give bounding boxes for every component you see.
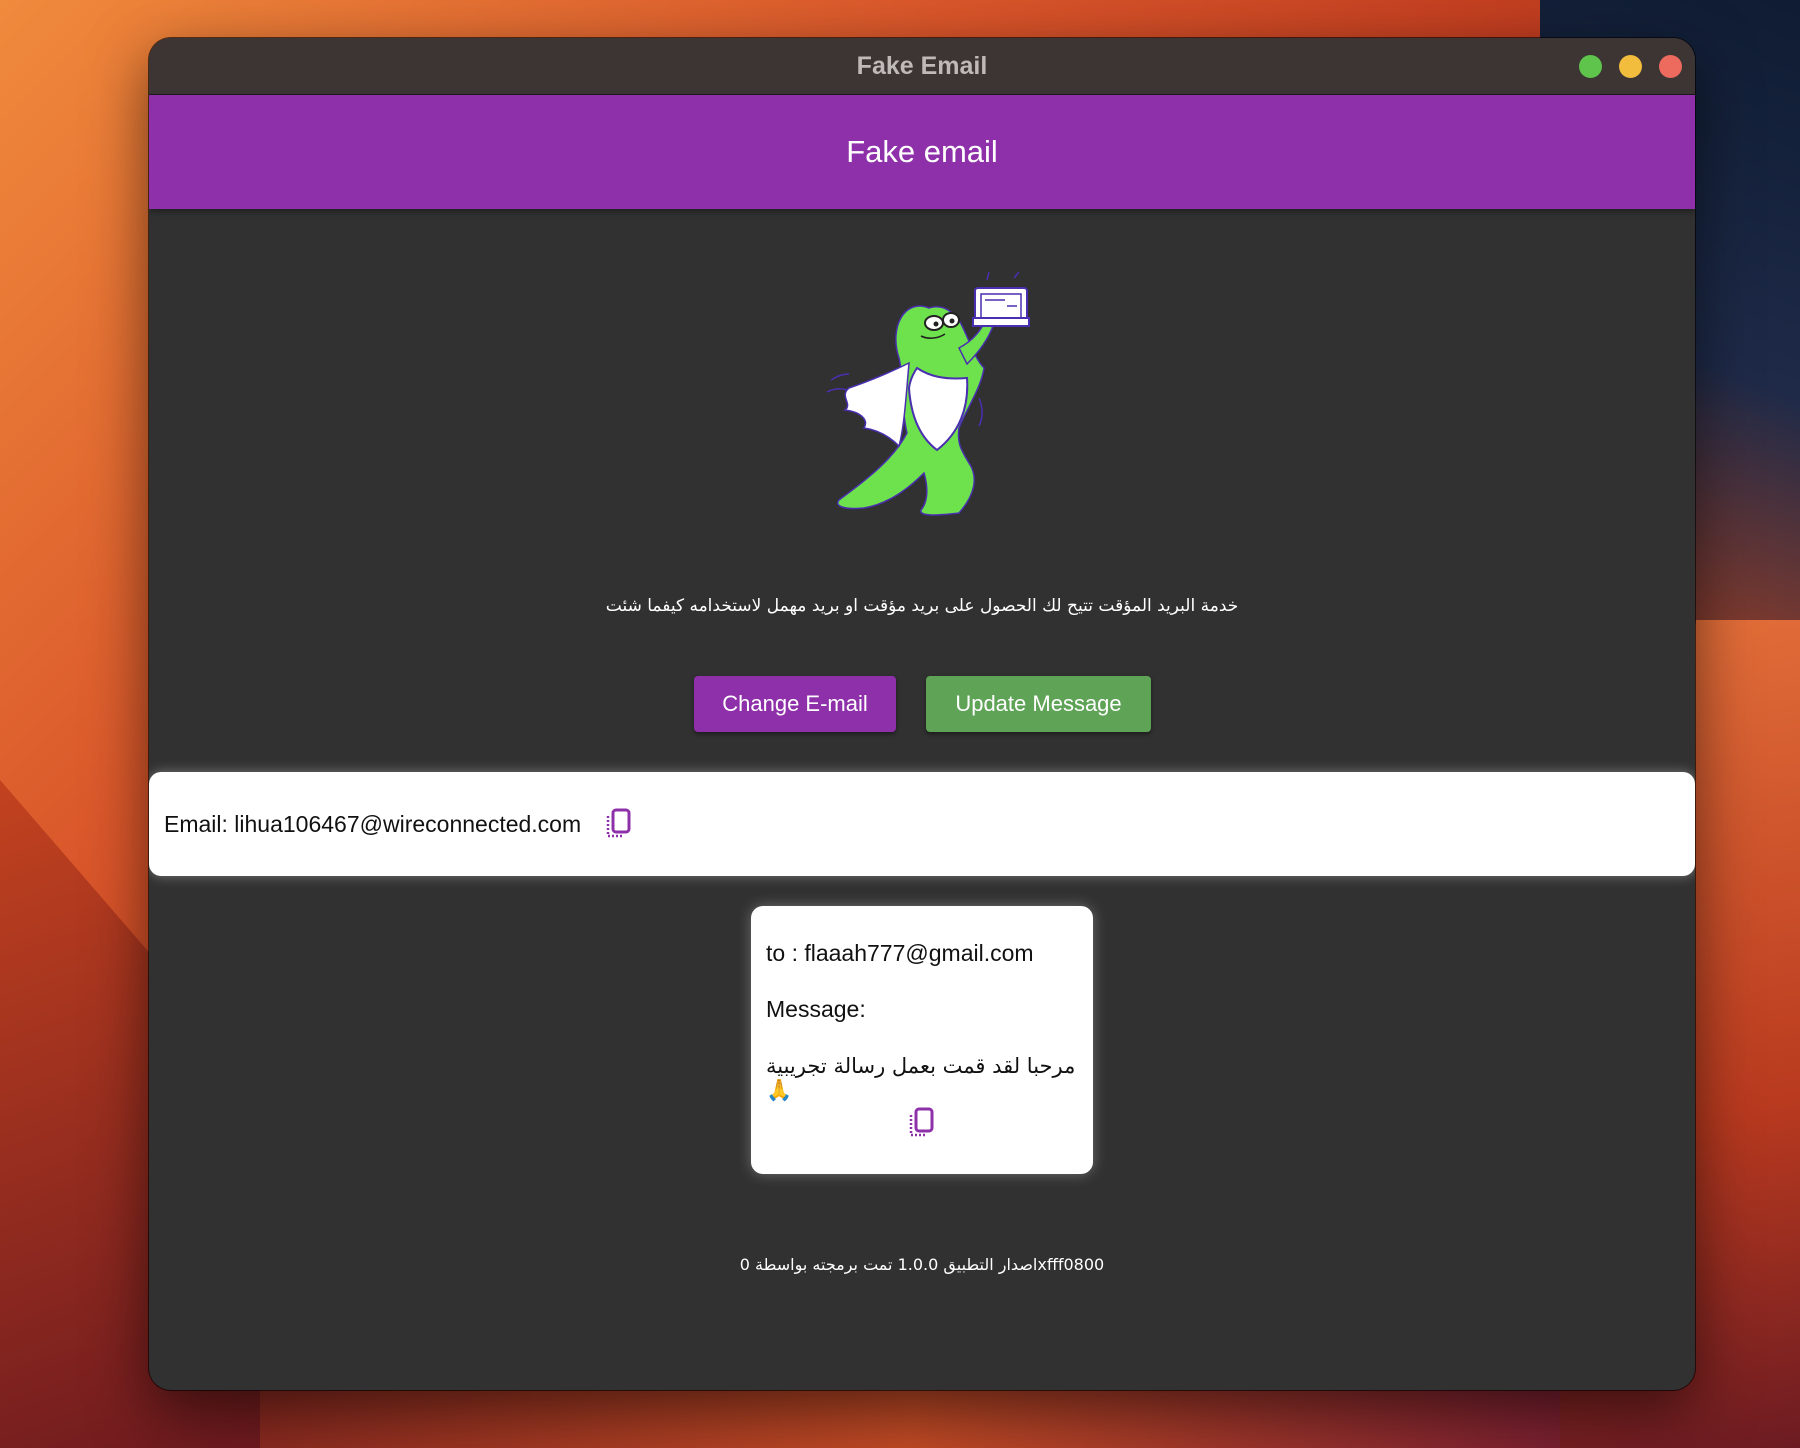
update-message-button[interactable]: Update Message	[926, 676, 1151, 732]
change-email-button[interactable]: Change E-mail	[694, 676, 896, 732]
app-bar: Fake email	[149, 95, 1695, 209]
email-address: Email: lihua106467@wireconnected.com	[164, 810, 582, 837]
copy-icon[interactable]	[603, 806, 635, 842]
mascot-illustration	[826, 271, 1030, 516]
service-description: خدمة البريد المؤقت تتيح لك الحصول على بر…	[605, 596, 1239, 616]
app-window: Fake Email Fake email خدمة البريد المؤقت…	[149, 38, 1695, 1390]
copy-icon[interactable]	[906, 1105, 938, 1141]
message-label: Message:	[766, 996, 866, 1022]
app-version-footer: اصدار التطبيق 1.0.0 تمت برمجته بواسطة 0x…	[739, 1255, 1105, 1274]
window-title: Fake Email	[856, 51, 988, 80]
zoom-button[interactable]	[1579, 55, 1602, 78]
message-recipient: to : flaaah777@gmail.com	[766, 940, 1034, 966]
title-bar[interactable]: Fake Email	[149, 38, 1695, 95]
message-card: to : flaaah777@gmail.com Message: مرحبا …	[751, 906, 1093, 1174]
close-button[interactable]	[1659, 55, 1682, 78]
message-body: مرحبا لقد قمت بعمل رسالة تجريبية 🙏	[766, 1054, 1076, 1102]
app-title: Fake email	[846, 134, 998, 169]
wallpaper-shape	[260, 1380, 1560, 1448]
minimize-button[interactable]	[1619, 55, 1642, 78]
email-card: Email: lihua106467@wireconnected.com	[149, 772, 1695, 876]
